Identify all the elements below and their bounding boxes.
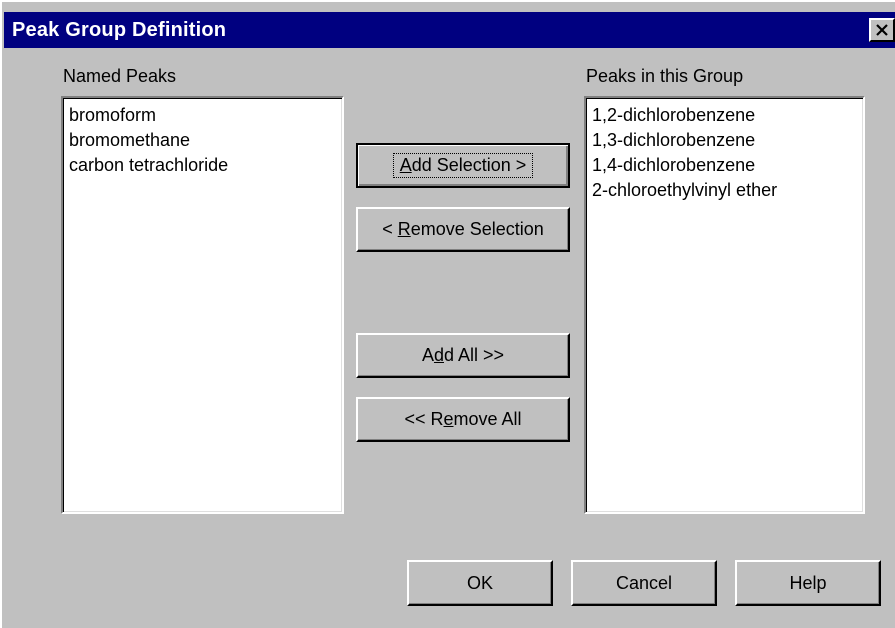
- remove-all-label: << Remove All: [404, 409, 522, 429]
- add-selection-label: Add Selection >: [392, 153, 534, 178]
- remove-all-button[interactable]: << Remove All: [356, 397, 570, 442]
- cancel-button[interactable]: Cancel: [571, 560, 717, 606]
- remove-selection-button[interactable]: < Remove Selection: [356, 207, 570, 252]
- group-peaks-listbox[interactable]: 1,2-dichlorobenzene 1,3-dichlorobenzene …: [584, 96, 865, 514]
- close-icon: [876, 24, 888, 36]
- ok-button[interactable]: OK: [407, 560, 553, 606]
- list-item[interactable]: 1,2-dichlorobenzene: [592, 103, 863, 128]
- title-bar[interactable]: Peak Group Definition: [4, 12, 895, 48]
- close-button[interactable]: [869, 18, 895, 42]
- add-all-label: Add All >>: [421, 345, 505, 365]
- window-title: Peak Group Definition: [12, 19, 227, 41]
- help-button[interactable]: Help: [735, 560, 881, 606]
- list-item[interactable]: carbon tetrachloride: [69, 153, 342, 178]
- list-item[interactable]: 1,4-dichlorobenzene: [592, 153, 863, 178]
- list-item[interactable]: bromomethane: [69, 128, 342, 153]
- named-peaks-listbox[interactable]: bromoform bromomethane carbon tetrachlor…: [61, 96, 344, 514]
- list-item[interactable]: 1,3-dichlorobenzene: [592, 128, 863, 153]
- list-item[interactable]: bromoform: [69, 103, 342, 128]
- remove-selection-label: < Remove Selection: [382, 219, 544, 239]
- group-peaks-label: Peaks in this Group: [586, 66, 744, 86]
- add-selection-button[interactable]: Add Selection >: [356, 143, 570, 188]
- named-peaks-label: Named Peaks: [63, 66, 177, 86]
- list-item[interactable]: 2-chloroethylvinyl ether: [592, 178, 863, 203]
- peak-group-definition-dialog: Peak Group Definition Named Peaks bromof…: [0, 0, 895, 628]
- add-all-button[interactable]: Add All >>: [356, 333, 570, 378]
